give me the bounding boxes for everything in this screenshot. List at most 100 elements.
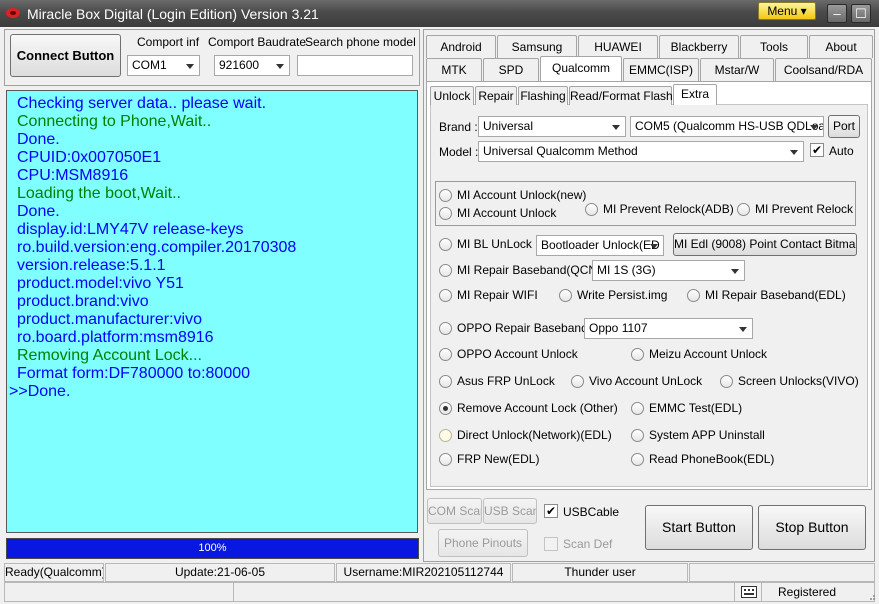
frp-new-edl-radio[interactable] [439, 453, 452, 466]
oppo-model-select[interactable]: Oppo 1107 [584, 318, 753, 339]
chevron-down-icon [650, 244, 658, 249]
mi-repair-wifi-radio[interactable] [439, 289, 452, 302]
status-mode: Ready(Qualcomm) [4, 563, 104, 582]
chevron-down-icon [731, 269, 739, 274]
log-line: >>Done. [9, 383, 71, 400]
oppo-account-unlock-radio[interactable] [439, 348, 452, 361]
meizu-account-unlock-label: Meizu Account Unlock [649, 347, 768, 361]
subtab-read-format-flash[interactable]: Read/Format Flash [569, 86, 673, 105]
subtab-unlock[interactable]: Unlock [430, 86, 474, 105]
log-line: Done. [17, 131, 60, 148]
tab-mtk[interactable]: MTK [426, 58, 482, 81]
oppo-model-value: Oppo 1107 [589, 321, 648, 335]
auto-label: Auto [829, 144, 854, 158]
subtab-extra[interactable]: Extra [673, 84, 717, 105]
asus-frp-unlock-radio[interactable] [439, 375, 452, 388]
mi-repair-baseband-edl-radio[interactable] [687, 289, 700, 302]
log-line: product.model:vivo Y51 [17, 275, 184, 292]
com-scan-button[interactable]: COM Scan [427, 498, 482, 524]
bootloader-unlock-select[interactable]: Bootloader Unlock(ED [536, 235, 664, 256]
tab-spd[interactable]: SPD [483, 58, 539, 81]
mi-account-unlock-new-radio[interactable] [439, 189, 452, 202]
emmc-test-edl-radio[interactable] [631, 402, 644, 415]
mi-account-unlock-radio[interactable] [439, 207, 452, 220]
vivo-account-unlock-label: Vivo Account UnLock [589, 374, 703, 388]
start-button[interactable]: Start Button [645, 505, 753, 550]
tab-huawei[interactable]: HUAWEI [578, 35, 658, 58]
read-phonebook-edl-radio[interactable] [631, 453, 644, 466]
log-line: product.brand:vivo [17, 293, 149, 310]
brand-select[interactable]: Universal [478, 116, 626, 137]
phone-pinouts-button[interactable]: Phone Pinouts [438, 529, 528, 557]
mi-prevent-relock-adb-radio[interactable] [585, 203, 598, 216]
vivo-account-unlock-radio[interactable] [571, 375, 584, 388]
tab-android[interactable]: Android [426, 35, 496, 58]
baud-value: 921600 [219, 58, 260, 72]
bootloader-unlock-value: Bootloader Unlock(ED [541, 238, 660, 252]
status-user: Thunder user [512, 563, 688, 582]
model-select[interactable]: Universal Qualcomm Method [478, 141, 804, 162]
remove-account-lock-other-radio[interactable] [439, 402, 452, 415]
screen-unlocks-vivo-radio[interactable] [720, 375, 733, 388]
tab-samsung[interactable]: Samsung [497, 35, 577, 58]
log-line: CPUID:0x007050E1 [17, 149, 162, 166]
tab-mstar-w[interactable]: Mstar/W [700, 58, 774, 81]
tab-blackberry[interactable]: Blackberry [659, 35, 739, 58]
log-line: product.manufacturer:vivo [17, 311, 202, 328]
mi-repair-baseband-edl-label: MI Repair Baseband(EDL) [705, 288, 846, 302]
read-phonebook-edl-label: Read PhoneBook(EDL) [649, 452, 775, 466]
status-update: Update:21-06-05 [105, 563, 335, 582]
menu-button[interactable]: Menu ▾ [758, 2, 816, 20]
status-username: Username:MIR202105112744 [336, 563, 511, 582]
mi-model-select[interactable]: MI 1S (3G) [592, 260, 745, 281]
status-cell [4, 582, 234, 602]
mi-bl-unlock-radio[interactable] [439, 238, 452, 251]
maximize-button[interactable]: ☐ [851, 4, 871, 23]
mi-bl-unlock-label: MI BL UnLock [457, 237, 532, 251]
system-app-uninstall-radio[interactable] [631, 429, 644, 442]
meizu-account-unlock-radio[interactable] [631, 348, 644, 361]
system-app-uninstall-label: System APP Uninstall [649, 428, 765, 442]
tab-about[interactable]: About [809, 35, 873, 58]
scan-def-checkbox[interactable] [544, 537, 558, 551]
auto-checkbox[interactable]: ✔ [810, 143, 824, 157]
oppo-repair-baseband-radio[interactable] [439, 322, 452, 335]
log-line: Format form:DF780000 to:80000 [17, 365, 251, 382]
write-persist-radio[interactable] [559, 289, 572, 302]
port-select[interactable]: COM5 (Qualcomm HS-USB QDLoad [630, 116, 824, 137]
resize-grip-icon[interactable] [866, 590, 876, 600]
connect-button[interactable]: Connect Button [10, 34, 121, 77]
subtab-flashing[interactable]: Flashing [518, 86, 568, 105]
mi-edl-point-contact-button[interactable]: MI Edl (9008) Point Contact Bitmap [673, 233, 857, 256]
mi-repair-baseband-qcn-radio[interactable] [439, 264, 452, 277]
log-line: Done. [17, 203, 60, 220]
usb-cable-checkbox[interactable]: ✔ [544, 504, 558, 518]
log-line: version.release:5.1.1 [17, 257, 166, 274]
baud-select[interactable]: 921600 [214, 55, 290, 76]
title-bar: Miracle Box Digital (Login Edition) Vers… [0, 0, 879, 27]
port-button[interactable]: Port [828, 115, 860, 138]
log-line: Checking server data.. please wait. [17, 95, 267, 112]
mi-prevent-relock-label: MI Prevent Relock [755, 202, 854, 216]
oppo-repair-baseband-label: OPPO Repair Baseband [457, 321, 588, 335]
search-phone-input[interactable] [297, 55, 413, 76]
tab-emmc-isp-[interactable]: EMMC(ISP) [623, 58, 699, 81]
baud-label: Comport Baudrate [208, 35, 307, 49]
direct-unlock-network-edl-radio[interactable] [439, 429, 452, 442]
comport-select[interactable]: COM1 [127, 55, 200, 76]
mi-prevent-relock-radio[interactable] [737, 203, 750, 216]
app-logo-icon [6, 8, 20, 18]
stop-button[interactable]: Stop Button [758, 505, 866, 550]
log-console: Checking server data.. please wait. Conne… [6, 90, 418, 533]
keyboard-icon [734, 582, 762, 602]
asus-frp-unlock-label: Asus FRP UnLock [457, 374, 555, 388]
log-line: Removing Account Lock... [17, 347, 202, 364]
status-blank [689, 563, 875, 582]
subtab-repair[interactable]: Repair [475, 86, 517, 105]
minimize-button[interactable]: – [827, 4, 847, 23]
port-value: COM5 (Qualcomm HS-USB QDLoad [635, 119, 824, 133]
usb-scan-button[interactable]: USB Scan [483, 498, 537, 524]
tab-coolsand-rda[interactable]: Coolsand/RDA [775, 58, 872, 81]
tab-tools[interactable]: Tools [740, 35, 808, 58]
tab-qualcomm[interactable]: Qualcomm [540, 56, 622, 81]
